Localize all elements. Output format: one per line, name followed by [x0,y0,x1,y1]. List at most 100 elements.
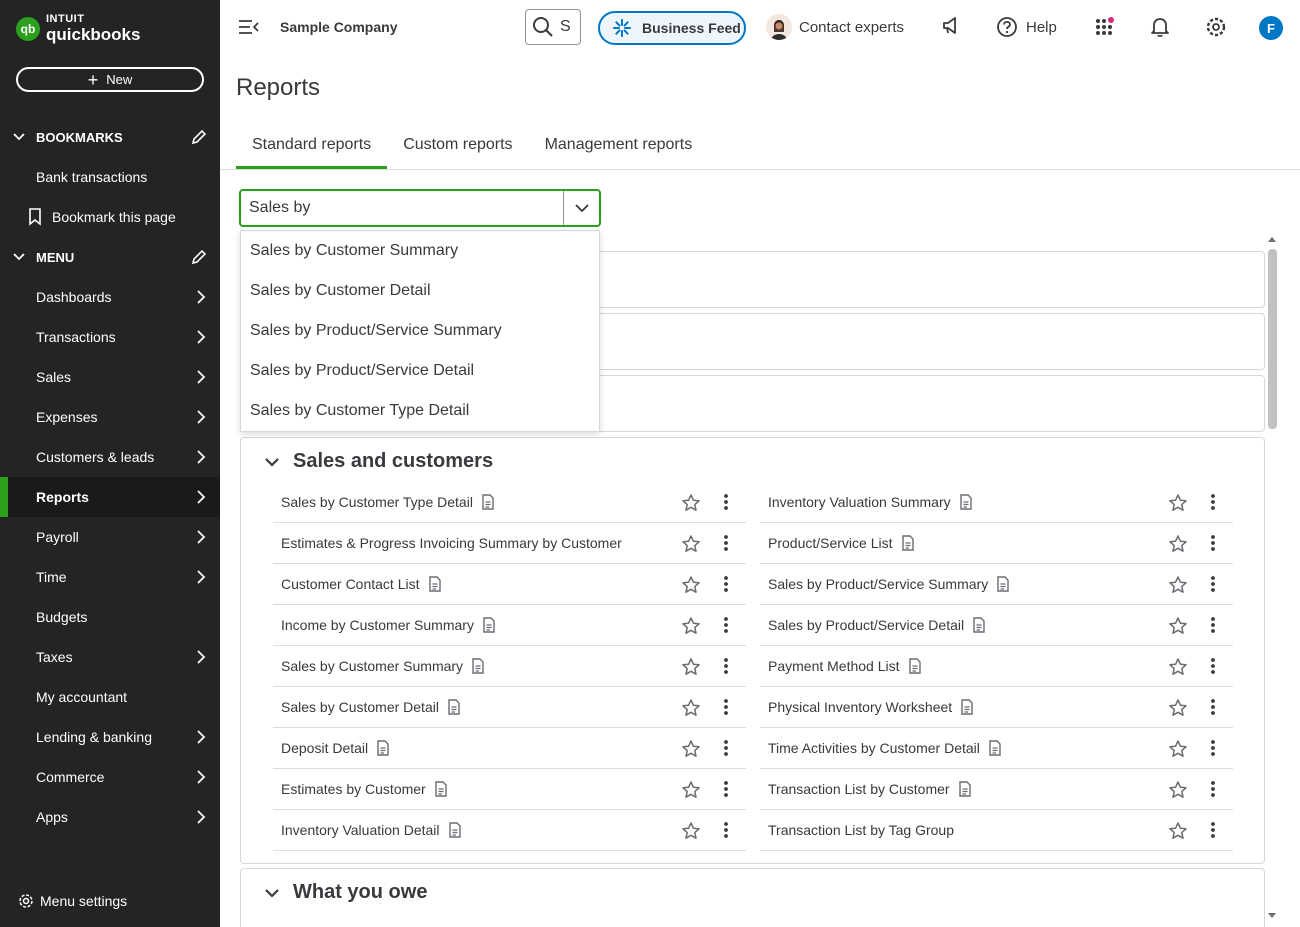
global-search[interactable] [525,9,581,45]
favorite-button[interactable] [1168,534,1188,559]
section-header[interactable]: What you owe [263,881,427,904]
help-button[interactable]: Help [996,16,1057,38]
more-options-button[interactable] [1210,575,1216,598]
scroll-down-arrow-icon[interactable] [1267,912,1277,920]
scroll-up-arrow-icon[interactable] [1267,235,1277,243]
sidebar-item-transactions[interactable]: Transactions [0,317,220,357]
report-link[interactable]: Transaction List by Customer [768,781,972,797]
favorite-button[interactable] [681,698,701,723]
report-link[interactable]: Sales by Customer Type Detail [281,494,495,510]
bookmarks-header[interactable]: BOOKMARKS [0,117,220,157]
report-link[interactable]: Estimates & Progress Invoicing Summary b… [281,535,622,551]
favorite-button[interactable] [681,821,701,846]
dropdown-option[interactable]: Sales by Product/Service Detail [241,351,599,391]
apps-grid-icon[interactable] [1094,16,1116,38]
menu-settings-button[interactable]: Menu settings [18,893,127,909]
global-search-input[interactable] [560,18,580,36]
sidebar-item-time[interactable]: Time [0,557,220,597]
sidebar-item-customers-leads[interactable]: Customers & leads [0,437,220,477]
edit-bookmarks-icon[interactable] [190,128,208,146]
dropdown-option[interactable]: Sales by Customer Detail [241,271,599,311]
favorite-button[interactable] [1168,821,1188,846]
favorite-button[interactable] [681,575,701,600]
report-link[interactable]: Product/Service List [768,535,915,551]
quickbooks-logo[interactable]: qb INTUIT quickbooks [16,14,140,43]
favorite-button[interactable] [1168,657,1188,682]
more-options-button[interactable] [723,616,729,639]
favorite-button[interactable] [1168,575,1188,600]
report-search-combobox[interactable] [239,189,601,227]
sidebar-item-commerce[interactable]: Commerce [0,757,220,797]
user-avatar[interactable]: F [1259,16,1283,40]
bookmark-bank-transactions[interactable]: Bank transactions [0,157,220,197]
dropdown-option[interactable]: Sales by Customer Summary [241,231,599,271]
edit-menu-icon[interactable] [190,248,208,266]
more-options-button[interactable] [723,821,729,844]
bookmark-this-page[interactable]: Bookmark this page [0,197,220,237]
sidebar-item-expenses[interactable]: Expenses [0,397,220,437]
more-options-button[interactable] [723,780,729,803]
favorite-button[interactable] [681,657,701,682]
favorite-button[interactable] [1168,616,1188,641]
more-options-button[interactable] [723,534,729,557]
more-options-button[interactable] [723,698,729,721]
tab-custom-reports[interactable]: Custom reports [387,126,528,170]
company-name[interactable]: Sample Company [280,19,397,35]
report-search-toggle[interactable] [563,191,599,225]
tab-management-reports[interactable]: Management reports [529,126,709,170]
report-link[interactable]: Inventory Valuation Detail [281,822,462,838]
report-link[interactable]: Sales by Customer Summary [281,658,485,674]
report-link[interactable]: Sales by Product/Service Summary [768,576,1010,592]
favorite-button[interactable] [1168,739,1188,764]
favorite-button[interactable] [681,780,701,805]
report-link[interactable]: Transaction List by Tag Group [768,822,954,838]
sidebar-item-lending-banking[interactable]: Lending & banking [0,717,220,757]
sidebar-item-reports[interactable]: Reports [0,477,220,517]
more-options-button[interactable] [1210,657,1216,680]
favorite-button[interactable] [1168,493,1188,518]
sidebar-item-budgets[interactable]: Budgets [0,597,220,637]
report-link[interactable]: Payment Method List [768,658,922,674]
section-header[interactable]: Sales and customers [263,450,493,473]
new-button[interactable]: + New [16,67,204,92]
report-link[interactable]: Customer Contact List [281,576,442,592]
menu-header[interactable]: MENU [0,237,220,277]
report-search-input[interactable] [249,199,559,217]
more-options-button[interactable] [1210,493,1216,516]
report-link[interactable]: Deposit Detail [281,740,390,756]
favorite-button[interactable] [681,534,701,559]
more-options-button[interactable] [1210,616,1216,639]
more-options-button[interactable] [1210,780,1216,803]
report-link[interactable]: Sales by Customer Detail [281,699,461,715]
more-options-button[interactable] [723,575,729,598]
favorite-button[interactable] [1168,698,1188,723]
more-options-button[interactable] [723,657,729,680]
report-link[interactable]: Sales by Product/Service Detail [768,617,986,633]
report-link[interactable]: Income by Customer Summary [281,617,496,633]
sidebar-item-taxes[interactable]: Taxes [0,637,220,677]
more-options-button[interactable] [1210,739,1216,762]
sidebar-item-sales[interactable]: Sales [0,357,220,397]
settings-gear-icon[interactable] [1205,16,1227,38]
more-options-button[interactable] [1210,698,1216,721]
report-link[interactable]: Inventory Valuation Summary [768,494,973,510]
report-link[interactable]: Physical Inventory Worksheet [768,699,974,715]
sidebar-item-dashboards[interactable]: Dashboards [0,277,220,317]
collapse-menu-icon[interactable] [238,18,260,36]
sidebar-item-my-accountant[interactable]: My accountant [0,677,220,717]
favorite-button[interactable] [1168,780,1188,805]
sidebar-item-apps[interactable]: Apps [0,797,220,837]
more-options-button[interactable] [1210,534,1216,557]
sidebar-item-payroll[interactable]: Payroll [0,517,220,557]
bell-icon[interactable] [1150,16,1170,38]
more-options-button[interactable] [1210,821,1216,844]
report-link[interactable]: Estimates by Customer [281,781,448,797]
favorite-button[interactable] [681,493,701,518]
business-feed-button[interactable]: Business Feed [598,11,746,45]
more-options-button[interactable] [723,493,729,516]
dropdown-option[interactable]: Sales by Product/Service Summary [241,311,599,351]
favorite-button[interactable] [681,616,701,641]
report-link[interactable]: Time Activities by Customer Detail [768,740,1002,756]
dropdown-option[interactable]: Sales by Customer Type Detail [241,391,599,431]
tab-standard-reports[interactable]: Standard reports [236,126,388,170]
